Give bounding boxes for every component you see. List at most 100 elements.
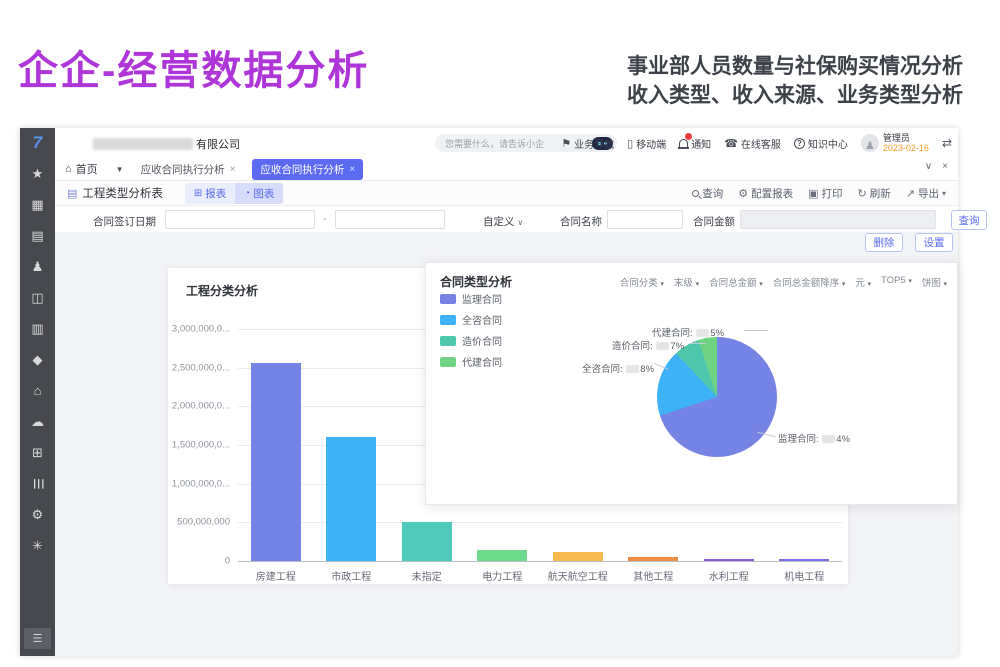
tabs-close-icon[interactable]: × [942,161,948,172]
compass-icon: ⚑ [561,137,571,150]
bar-市政工程[interactable] [326,437,376,561]
bar-slot [616,557,692,561]
pie-filter-label: 合同总金额降序 [773,278,842,289]
tab-2[interactable]: 应收合同执行分析 × [252,159,363,180]
favorites-icon[interactable]: ★ [20,158,55,189]
refresh-icon: ↻ [858,187,867,200]
nav-item-业务导航[interactable]: ⚑业务导航 [561,136,614,151]
legend-swatch [440,336,456,346]
bar-slot [691,559,767,561]
bar-chart-icon[interactable]: ☰ [20,468,55,499]
bar-航天航空工程[interactable] [553,552,603,561]
tab-home[interactable]: ⌂ 首页 ▼ [65,161,124,177]
pie-label-value: 8% [640,364,654,375]
action-导出[interactable]: ↗导出▾ [906,186,946,201]
date-to-input[interactable] [335,210,445,229]
y-tick-label: 1,500,000,0... [160,440,230,451]
pie-label: 监理合同: 4% [778,431,850,445]
tab-close-icon[interactable]: × [230,164,236,175]
contract-amount-input[interactable] [740,210,936,229]
folder-icon[interactable]: ▤ [20,220,55,251]
sidebar: 7 ★▦▤♟◫▥◆⌂☁⊞☰⚙✳☰ [20,128,55,656]
nav-item-通知[interactable]: 通知 [679,136,711,151]
pie-filter-元[interactable]: 元 ▾ [855,275,871,289]
action-label: 打印 [822,186,843,201]
delete-button[interactable]: 删除 [865,233,903,252]
view-toggle-图表[interactable]: ◔图表 [235,183,283,204]
pie-label-name: 造价合同: [612,341,655,352]
pie-label-name: 全咨合同: [582,364,625,375]
dashboard-icon[interactable]: ▦ [20,189,55,220]
date-from-input[interactable] [165,210,315,229]
range-dropdown[interactable]: 自定义 ∨ [483,214,523,229]
pie-filter-合同分类[interactable]: 合同分类 ▾ [620,275,664,289]
action-label: 导出 [918,186,939,201]
pie-label: 造价合同: 7% [612,338,684,352]
bar-房建工程[interactable] [251,363,301,561]
tab-1[interactable]: 应收合同执行分析× [133,159,244,180]
masked-value [656,342,669,350]
pie-filter-合同总金额[interactable]: 合同总金额 ▾ [709,275,763,289]
home-dropdown-caret-icon[interactable]: ▼ [116,165,124,174]
topbar: 有限公司 您需要什么，请告诉小企 ⚑业务导航▯移动端通知☎在线客服?知识中心 ♟… [55,128,958,158]
x-category-label: 房建工程 [238,568,314,583]
bar-slot [389,522,465,561]
asterisk-icon[interactable]: ✳ [20,530,55,561]
project-icon[interactable]: ▥ [20,313,55,344]
pie-filter-TOP5[interactable]: TOP5 ▾ [881,275,912,289]
masked-value [626,365,639,373]
x-category-label: 市政工程 [314,568,390,583]
pie-filter-末级[interactable]: 末级 ▾ [674,275,699,289]
grid-icon[interactable]: ⊞ [20,437,55,468]
pie-label-value: 5% [710,328,724,339]
bar-其他工程[interactable] [628,557,678,561]
tab-label: 应收合同执行分析 [260,162,344,177]
pie-chart-title: 合同类型分析 [440,273,512,290]
app-window: 7 ★▦▤♟◫▥◆⌂☁⊞☰⚙✳☰ 有限公司 您需要什么，请告诉小企 ⚑业务导航▯… [20,128,958,656]
bar-机电工程[interactable] [779,559,829,561]
store-icon[interactable]: ⌂ [20,375,55,406]
nav-label: 业务导航 [574,136,614,151]
legend-swatch [440,294,456,304]
y-tick-label: 3,000,000,0... [160,324,230,335]
bar-未指定[interactable] [402,522,452,561]
action-查询[interactable]: 查询 [692,186,723,201]
shield-icon[interactable]: ◆ [20,344,55,375]
switch-account-icon[interactable]: ⇄ [942,136,952,150]
bar-水利工程[interactable] [704,559,754,561]
pie-filter-饼图[interactable]: 饼图 ▾ [922,275,947,289]
contract-name-input[interactable] [607,210,683,229]
pie-filter-label: 饼图 [922,278,944,289]
settings-button[interactable]: 设置 [915,233,953,252]
chevron-down-icon: ▾ [660,281,664,288]
cloud-icon[interactable]: ☁ [20,406,55,437]
action-刷新[interactable]: ↻刷新 [858,186,891,201]
action-label: 配置报表 [751,186,793,201]
x-category-label: 水利工程 [691,568,767,583]
query-button[interactable]: 查询 [951,210,987,230]
bar-电力工程[interactable] [477,550,527,561]
nav-item-在线客服[interactable]: ☎在线客服 [724,136,781,151]
tab-close-icon[interactable]: × [349,164,355,175]
label-connector [744,330,768,331]
y-tick-label: 0 [160,556,230,567]
nav-item-知识中心[interactable]: ?知识中心 [794,136,848,151]
action-打印[interactable]: ▣打印 [808,186,842,201]
app-logo-icon[interactable]: 7 [20,128,55,158]
nav-item-移动端[interactable]: ▯移动端 [627,136,666,151]
user-menu[interactable]: ♟ 管理员 2023-02-16 [861,133,929,153]
chevron-down-icon: ▾ [942,189,946,198]
tabs-chevron-icon[interactable]: ∨ [925,161,932,172]
pie-chart-card: 合同类型分析 合同分类 ▾ 末级 ▾ 合同总金额 ▾ 合同总金额降序 ▾ 元 ▾ TOP5… [425,262,958,505]
search-icon [692,190,699,197]
action-配置报表[interactable]: ⚙配置报表 [738,186,793,201]
sidebar-collapse-icon[interactable]: ☰ [24,628,51,649]
report-icon[interactable]: ◫ [20,282,55,313]
settings-gear-icon[interactable]: ⚙ [20,499,55,530]
view-toggle-报表[interactable]: ⊞报表 [185,183,235,204]
user-icon[interactable]: ♟ [20,251,55,282]
pie-filter-合同总金额降序[interactable]: 合同总金额降序 ▾ [773,275,846,289]
bar-slot [238,363,314,561]
amount-filter-label: 合同金额 [693,214,735,229]
toolbar-actions: 查询 ⚙配置报表 ▣打印 ↻刷新 ↗导出▾ [692,186,946,201]
